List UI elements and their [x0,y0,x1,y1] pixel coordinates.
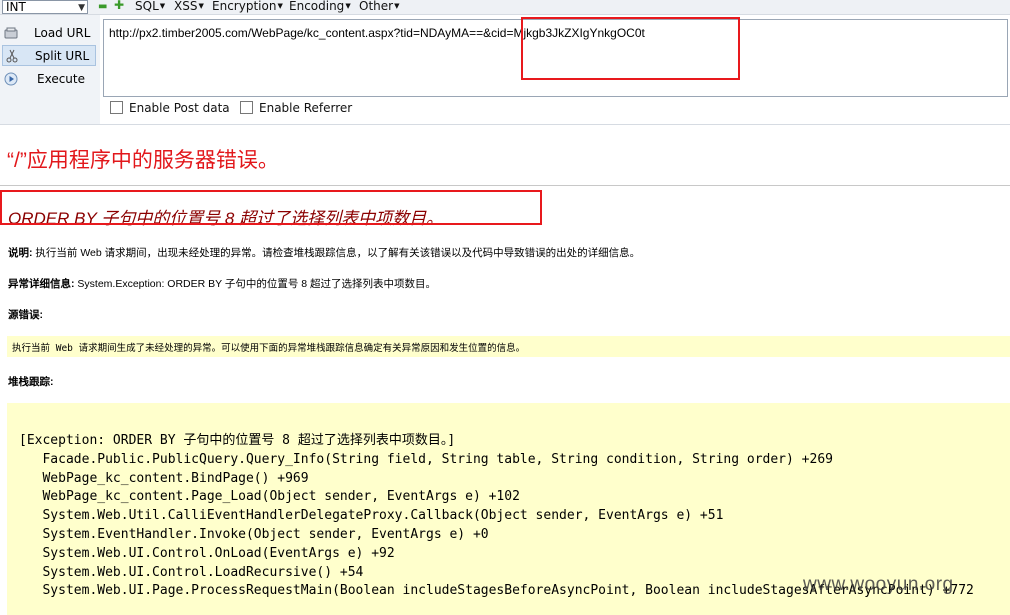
enable-post-data-option[interactable]: Enable Post data [110,101,230,115]
menu-xss[interactable]: XSS▼ [174,0,204,13]
split-url-button[interactable]: Split URL [2,45,96,66]
chevron-down-icon: ▼ [78,3,85,13]
post-data-label: Enable Post data [129,101,230,115]
split-url-label: Split URL [35,49,90,63]
source-error-heading: 源错误: [8,307,43,322]
menu-encoding-label: Encoding [289,0,345,13]
menu-sql-label: SQL [135,0,159,13]
source-error-text: 执行当前 Web 请求期间生成了未经处理的异常。可以使用下面的异常堆栈跟踪信息确… [12,343,526,354]
source-error-box: 执行当前 Web 请求期间生成了未经处理的异常。可以使用下面的异常堆栈跟踪信息确… [7,336,1010,357]
menu-xss-label: XSS [174,0,198,13]
exception-label: 异常详细信息: [8,278,75,290]
stack-trace-heading: 堆栈跟踪: [8,374,54,389]
menu-encryption[interactable]: Encryption▼ [212,0,283,13]
description-line: 说明: 执行当前 Web 请求期间，出现未经处理的异常。请检查堆栈跟踪信息，以了… [8,245,640,260]
hackbar-sidebar: Load URL Split URL Execute [0,15,100,125]
menu-other[interactable]: Other▼ [359,0,399,13]
load-url-label: Load URL [34,26,91,40]
menu-sql[interactable]: SQL▼ [135,0,165,13]
watermark: www.wooyun.org [803,574,954,595]
execute-label: Execute [37,72,85,86]
hackbar-toolbar: INT ▼ ▬ ✚ SQL▼ XSS▼ Encryption▼ Encoding… [0,0,1010,15]
post-data-checkbox[interactable] [110,101,123,114]
caret-icon: ▼ [198,2,204,10]
referrer-label: Enable Referrer [259,101,353,115]
source-error-label: 源错误: [8,309,43,321]
description-label: 说明: [8,247,33,259]
caret-icon: ▼ [159,2,166,10]
caret-icon: ▼ [394,2,400,10]
execute-button[interactable]: Execute [2,69,96,90]
toolbar-divider [0,124,1010,125]
url-highlight-box [521,17,740,80]
error-highlight-box [0,190,542,225]
plus-icon[interactable]: ✚ [114,0,124,11]
page-title: “/”应用程序中的服务器错误。 [7,149,279,172]
menu-other-label: Other [359,0,394,13]
divider [0,185,1010,186]
exception-text: System.Exception: ORDER BY 子句中的位置号 8 超过了… [74,278,437,290]
description-text: 执行当前 Web 请求期间，出现未经处理的异常。请检查堆栈跟踪信息，以了解有关该… [32,247,641,259]
caret-icon: ▼ [277,2,283,10]
caret-icon: ▼ [345,2,351,10]
stack-trace-label: 堆栈跟踪: [8,376,54,388]
scissors-icon [6,49,18,63]
enable-referrer-option[interactable]: Enable Referrer [240,101,352,115]
load-url-icon [4,27,18,39]
menu-encoding[interactable]: Encoding▼ [289,0,351,13]
type-select[interactable]: INT ▼ [2,0,88,14]
exception-line: 异常详细信息: System.Exception: ORDER BY 子句中的位… [8,276,436,291]
referrer-checkbox[interactable] [240,101,253,114]
menu-encryption-label: Encryption [212,0,277,13]
type-select-value: INT [6,0,26,14]
play-icon [4,72,18,86]
load-url-button[interactable]: Load URL [2,23,96,44]
minus-icon[interactable]: ▬ [98,2,107,12]
